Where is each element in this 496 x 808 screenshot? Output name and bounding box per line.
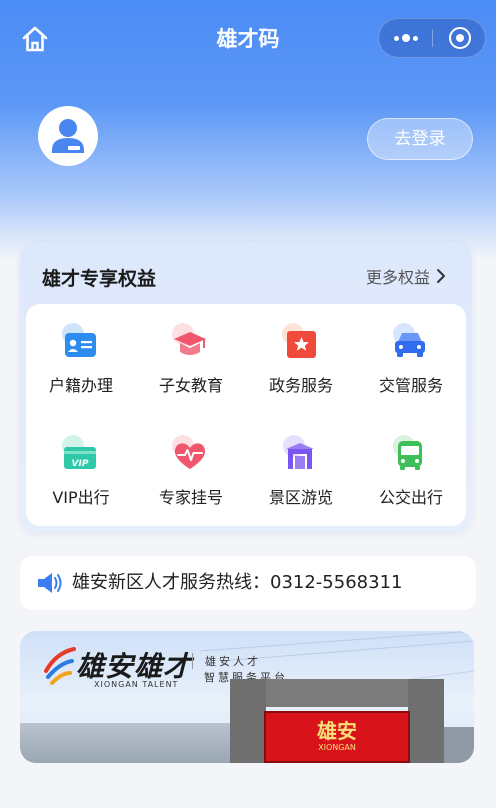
benefit-item-bus[interactable]: 公交出行	[356, 416, 466, 516]
login-button[interactable]: 去登录	[367, 118, 473, 160]
benefit-label: 专家挂号	[158, 488, 223, 507]
heart-pulse-icon	[170, 434, 210, 474]
benefit-label: 公交出行	[378, 488, 443, 507]
bus-icon	[390, 434, 430, 474]
benefit-item-government[interactable]: 政务服务	[246, 304, 356, 404]
hotline-bar[interactable]: 雄安新区人才服务热线：0312-5568311	[20, 556, 476, 610]
vip-ticket-icon: VIP	[60, 434, 100, 474]
benefits-title: 雄才专享权益	[42, 268, 157, 290]
gate-right-pillar	[408, 679, 444, 763]
building-silhouette	[20, 723, 230, 763]
more-dots-icon[interactable]	[379, 19, 433, 57]
benefit-label: 户籍办理	[48, 376, 113, 395]
gate-left-pillar	[230, 679, 266, 763]
banner-logo-text: 雄安雄才	[76, 650, 193, 683]
star-badge-icon	[280, 322, 320, 362]
id-card-icon	[60, 322, 100, 362]
benefits-card: 雄才专享权益 更多权益 户籍办理 子女教育 政务服务 交管服务 VIP VIP出…	[20, 242, 472, 532]
benefit-item-hukou[interactable]: 户籍办理	[26, 304, 136, 404]
hotline-text: 雄安新区人才服务热线：0312-5568311	[72, 572, 403, 593]
benefit-label: 政务服务	[268, 376, 333, 395]
banner-logo-sub: XIONGAN TALENT	[94, 680, 179, 689]
benefit-label: VIP出行	[52, 488, 110, 507]
more-benefits-label: 更多权益	[365, 268, 430, 287]
benefit-item-expert[interactable]: 专家挂号	[136, 416, 246, 516]
user-avatar-icon[interactable]	[38, 106, 98, 166]
banner-slogan-line1: 雄安人才	[192, 653, 261, 669]
benefit-item-scenic[interactable]: 景区游览	[246, 416, 356, 516]
benefit-item-education[interactable]: 子女教育	[136, 304, 246, 404]
svg-text:VIP: VIP	[72, 459, 89, 469]
benefit-label: 景区游览	[268, 488, 333, 507]
gate-sign-subtext: XIONGAN	[318, 743, 356, 752]
speaker-icon	[36, 570, 64, 596]
benefit-item-traffic[interactable]: 交管服务	[356, 304, 466, 404]
mini-program-close-icon[interactable]	[433, 19, 487, 57]
building-silhouette-right	[444, 727, 474, 763]
benefit-item-vip[interactable]: VIP VIP出行	[26, 416, 136, 516]
chevron-right-icon	[437, 269, 445, 283]
promo-banner[interactable]: 雄安雄才 XIONGAN TALENT 雄安人才 智慧服务平台 雄安 XIONG…	[20, 631, 474, 763]
talent-logo-icon	[44, 647, 76, 685]
gate-sign: 雄安 XIONGAN	[264, 711, 410, 763]
more-benefits-link[interactable]: 更多权益	[366, 264, 446, 288]
gate-sign-text: 雄安	[317, 719, 357, 743]
benefits-grid: 户籍办理 子女教育 政务服务 交管服务 VIP VIP出行 专家挂号 景区游览 …	[26, 304, 466, 526]
benefit-label: 交管服务	[378, 376, 443, 395]
graduation-cap-icon	[170, 322, 210, 362]
mini-program-capsule	[378, 18, 486, 58]
top-bar: 雄才码	[0, 0, 496, 80]
car-icon	[390, 322, 430, 362]
benefit-label: 子女教育	[158, 376, 223, 395]
gate-icon	[280, 434, 320, 474]
